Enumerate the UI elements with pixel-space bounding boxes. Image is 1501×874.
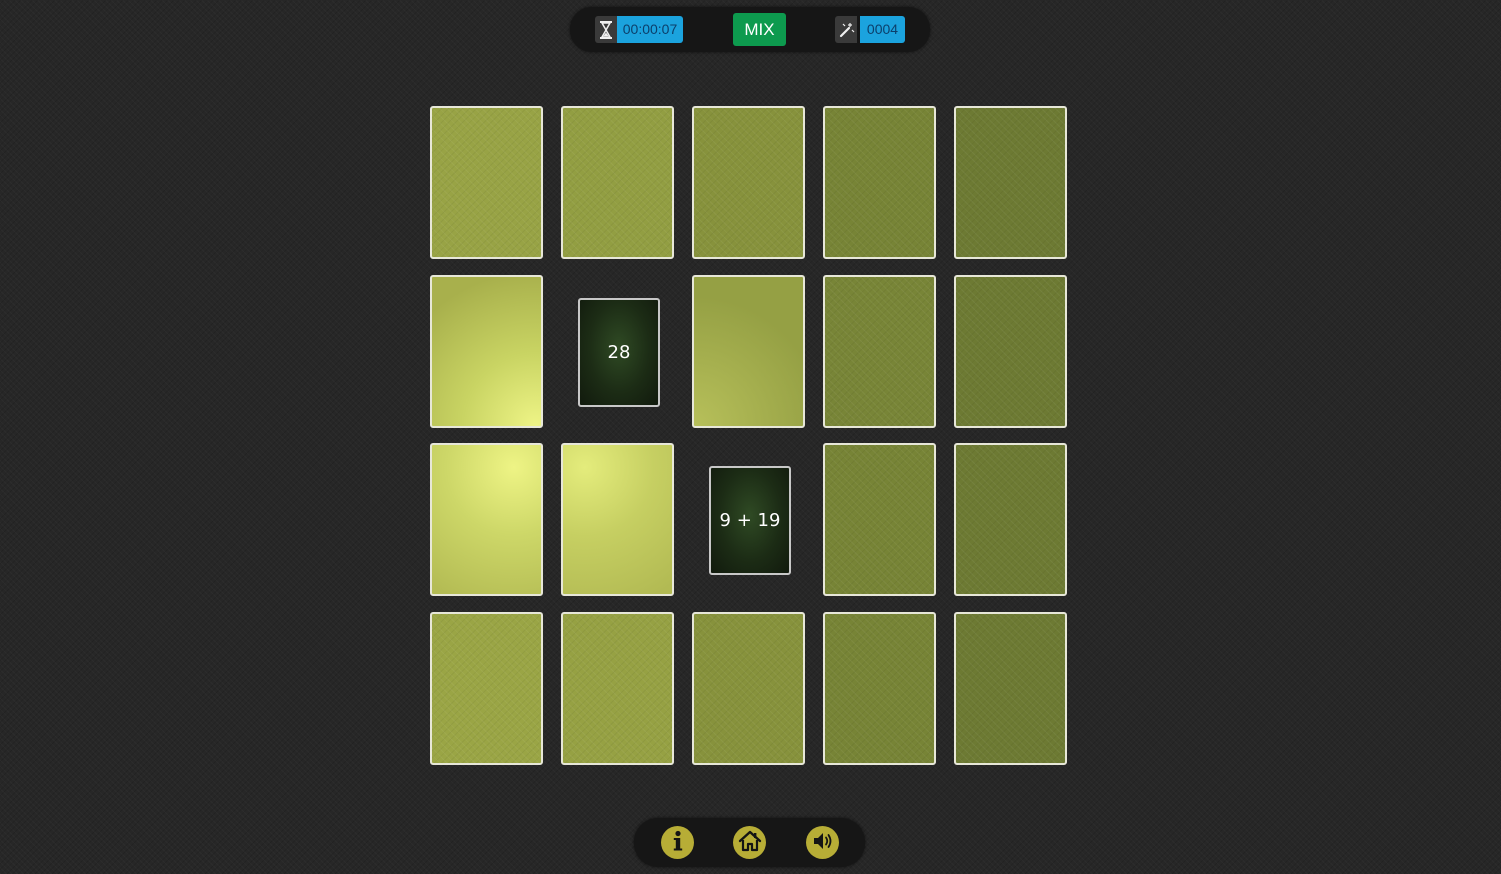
card-back[interactable] [692, 275, 805, 428]
info-icon [671, 830, 685, 856]
card-back[interactable] [823, 612, 936, 765]
card-back[interactable] [692, 106, 805, 259]
moves-counter: 0004 [860, 16, 905, 43]
magic-wand-icon [835, 16, 857, 43]
speaker-icon [812, 831, 834, 855]
card-back[interactable] [954, 443, 1067, 596]
card-face-up: 9 + 19 [709, 466, 791, 575]
card-back[interactable] [823, 275, 936, 428]
card-back[interactable] [430, 443, 543, 596]
card-face-up: 28 [578, 298, 660, 407]
card-back[interactable] [823, 443, 936, 596]
timer-display: 00:00:07 [617, 16, 683, 43]
card-back[interactable] [954, 106, 1067, 259]
hourglass-icon [595, 16, 617, 43]
card-back[interactable] [561, 612, 674, 765]
card-back[interactable] [561, 106, 674, 259]
info-button[interactable] [661, 826, 694, 859]
sound-button[interactable] [806, 826, 839, 859]
card-back[interactable] [561, 443, 674, 596]
card-back[interactable] [430, 106, 543, 259]
card-back[interactable] [954, 275, 1067, 428]
card-back[interactable] [692, 612, 805, 765]
card-back[interactable] [954, 612, 1067, 765]
card-back[interactable] [823, 106, 936, 259]
home-icon [738, 830, 762, 856]
home-button[interactable] [733, 826, 766, 859]
mix-button[interactable]: MIX [733, 13, 786, 46]
card-back[interactable] [430, 612, 543, 765]
card-back[interactable] [430, 275, 543, 428]
